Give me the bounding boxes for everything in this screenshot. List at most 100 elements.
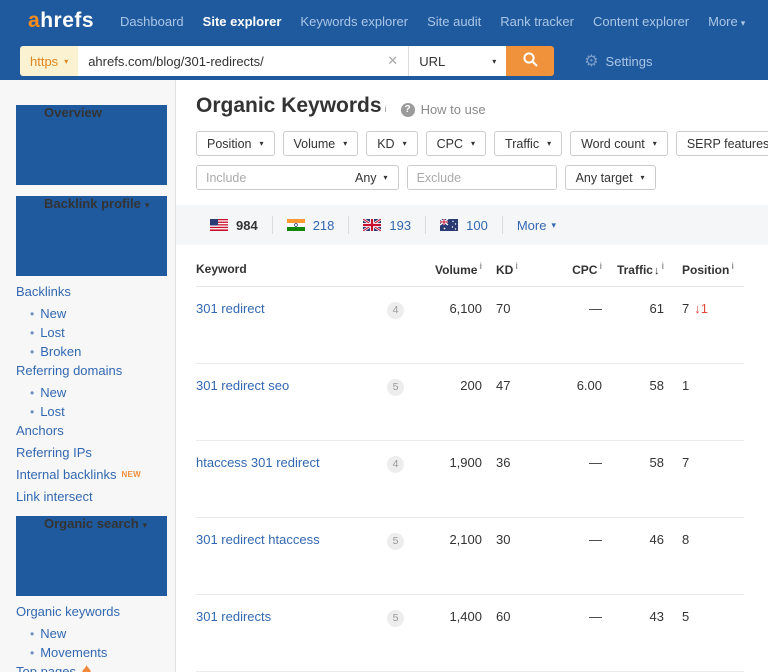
country-tab[interactable]: 218 bbox=[273, 216, 350, 234]
sidebar-item[interactable]: Anchors bbox=[16, 423, 167, 439]
nav-item-label: Keywords explorer bbox=[300, 14, 408, 29]
url-input-wrap: ✕ bbox=[78, 46, 408, 76]
target-url-input[interactable] bbox=[88, 54, 385, 69]
sidebar-item-label: Backlinks bbox=[16, 284, 71, 299]
col-kd[interactable]: KDi bbox=[482, 245, 538, 287]
sidebar-item[interactable]: Internal backlinksNEW bbox=[16, 467, 167, 483]
nav-item[interactable]: Rank tracker bbox=[500, 14, 574, 29]
any-target-dropdown[interactable]: Any target ▾ bbox=[565, 165, 656, 190]
volume-value: 2,100 bbox=[404, 518, 482, 595]
col-volume[interactable]: Volumei bbox=[404, 245, 482, 287]
search-mode-dropdown[interactable]: URL ▾ bbox=[408, 46, 506, 76]
search-icon bbox=[522, 51, 539, 71]
page-title: Organic Keywords bbox=[196, 94, 382, 118]
filter-dropdown-button[interactable]: Word count ▾ bbox=[570, 131, 668, 156]
protocol-dropdown[interactable]: https ▾ bbox=[20, 46, 78, 76]
filter-dropdown-button[interactable]: Traffic ▾ bbox=[494, 131, 562, 156]
col-position[interactable]: Positioni bbox=[664, 245, 744, 287]
sidebar-item[interactable]: Backlinks bbox=[16, 284, 167, 300]
include-input[interactable] bbox=[197, 166, 345, 189]
serp-features-badge[interactable]: 4 bbox=[387, 302, 404, 319]
logo-letter-a: a bbox=[28, 9, 40, 32]
sidebar-item[interactable]: Backlink profile▾ bbox=[16, 196, 167, 276]
sidebar-item[interactable]: •Broken bbox=[16, 344, 167, 360]
chevron-down-icon: ▾ bbox=[492, 57, 496, 66]
sidebar-item-label: Anchors bbox=[16, 423, 64, 438]
keywords-table: Keyword Volumei KDi CPCi Traffic↓i Posit… bbox=[196, 245, 744, 672]
ahrefs-logo[interactable]: ahrefs bbox=[28, 9, 94, 33]
question-circle-icon: ? bbox=[401, 103, 415, 117]
exclude-input[interactable] bbox=[408, 166, 556, 189]
keyword-link[interactable]: 301 redirect seo bbox=[196, 378, 289, 393]
col-cpc[interactable]: CPCi bbox=[538, 245, 602, 287]
sidebar-item[interactable]: Link intersect bbox=[16, 489, 167, 505]
table-row: 301 redirect 4 6,100 70 — 61 7↓1 bbox=[196, 287, 744, 364]
more-countries-dropdown[interactable]: More ▾ bbox=[517, 218, 556, 233]
nav-item[interactable]: Site explorer bbox=[203, 14, 282, 29]
sidebar-item[interactable]: Top pages bbox=[16, 664, 167, 672]
how-to-use-link[interactable]: ? How to use bbox=[401, 102, 486, 117]
sidebar-item[interactable]: •Lost bbox=[16, 404, 167, 420]
kd-value: 36 bbox=[482, 441, 538, 518]
filter-dropdown-button[interactable]: Volume ▾ bbox=[283, 131, 359, 156]
sidebar-item[interactable]: Referring IPs bbox=[16, 445, 167, 461]
us-flag-icon bbox=[210, 219, 228, 231]
sidebar-item[interactable]: Organic keywords bbox=[16, 604, 167, 620]
info-icon: i bbox=[731, 261, 734, 271]
sidebar-item[interactable]: •New bbox=[16, 385, 167, 401]
volume-value: 6,100 bbox=[404, 287, 482, 364]
nav-item[interactable]: More▾ bbox=[708, 14, 745, 29]
serp-features-badge[interactable]: 5 bbox=[387, 533, 404, 550]
filter-dropdown-button[interactable]: CPC ▾ bbox=[426, 131, 486, 156]
info-icon[interactable]: i bbox=[385, 104, 387, 114]
sidebar-item[interactable]: •New bbox=[16, 306, 167, 322]
filter-dropdown-button[interactable]: KD ▾ bbox=[366, 131, 417, 156]
serp-features-badge[interactable]: 5 bbox=[387, 379, 404, 396]
filter-dropdown-button[interactable]: Position ▾ bbox=[196, 131, 275, 156]
nav-item[interactable]: Site audit bbox=[427, 14, 481, 29]
chevron-down-icon: ▾ bbox=[547, 139, 551, 148]
country-keyword-count: 218 bbox=[313, 218, 335, 233]
sidebar-item[interactable]: • Movements bbox=[16, 645, 167, 661]
settings-button[interactable]: ⚙ Settings bbox=[584, 51, 652, 71]
how-to-use-label: How to use bbox=[421, 102, 486, 117]
sidebar-item[interactable]: •Lost bbox=[16, 325, 167, 341]
country-keyword-count: 100 bbox=[466, 218, 488, 233]
nav-item[interactable]: Content explorer bbox=[593, 14, 689, 29]
sidebar-item[interactable]: Referring domains bbox=[16, 363, 167, 379]
filter-label: CPC bbox=[437, 137, 463, 151]
country-tab[interactable]: 984 bbox=[196, 216, 273, 234]
nav-item[interactable]: Keywords explorer bbox=[300, 14, 408, 29]
kd-value: 30 bbox=[482, 518, 538, 595]
nav-item-label: More bbox=[708, 14, 738, 29]
serp-features-badge[interactable]: 4 bbox=[387, 456, 404, 473]
clear-input-icon[interactable]: ✕ bbox=[385, 53, 400, 69]
col-keyword[interactable]: Keyword bbox=[196, 245, 364, 287]
position-value: 7 bbox=[682, 455, 689, 470]
sidebar-item-label: Movements bbox=[40, 645, 107, 660]
keyword-link[interactable]: 301 redirect bbox=[196, 301, 265, 316]
chevron-down-icon: ▾ bbox=[343, 139, 347, 148]
filter-dropdown-button[interactable]: SERP features ▾ bbox=[676, 131, 768, 156]
exclude-group bbox=[407, 165, 557, 190]
sidebar-item[interactable]: Organic search▾ bbox=[16, 516, 167, 596]
col-traffic-sorted[interactable]: Traffic↓i bbox=[602, 245, 664, 287]
include-mode-dropdown[interactable]: Any ▾ bbox=[345, 166, 398, 189]
search-button[interactable] bbox=[506, 46, 554, 76]
sidebar-item[interactable]: Overview bbox=[16, 105, 167, 185]
keyword-link[interactable]: htaccess 301 redirect bbox=[196, 455, 320, 470]
keyword-link[interactable]: 301 redirects bbox=[196, 609, 271, 624]
keyword-link[interactable]: 301 redirect htaccess bbox=[196, 532, 320, 547]
col-serp-badge bbox=[364, 245, 404, 287]
nav-item[interactable]: Dashboard bbox=[120, 14, 184, 29]
serp-features-badge[interactable]: 5 bbox=[387, 610, 404, 627]
bullet-icon: • bbox=[30, 646, 34, 660]
country-tab[interactable]: 193 bbox=[349, 216, 426, 234]
traffic-value: 61 bbox=[602, 287, 664, 364]
volume-value: 1,400 bbox=[404, 595, 482, 672]
sidebar-item-label: Backlink profile bbox=[44, 196, 141, 211]
sidebar-item[interactable]: •New bbox=[16, 626, 167, 642]
table-row: htaccess 301 redirect 4 1,900 36 — 58 7 bbox=[196, 441, 744, 518]
country-tab[interactable]: 100 bbox=[426, 216, 503, 234]
bullet-icon: • bbox=[30, 627, 34, 641]
